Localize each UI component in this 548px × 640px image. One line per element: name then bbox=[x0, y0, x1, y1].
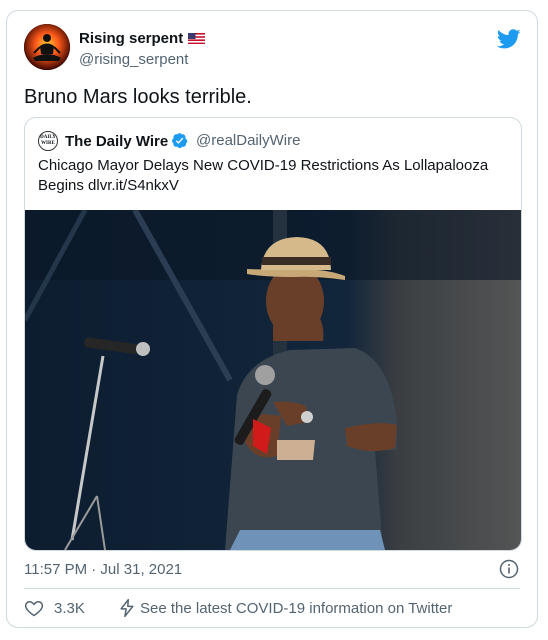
quoted-avatar-line2: WIRE bbox=[41, 141, 55, 146]
verified-badge-icon bbox=[171, 132, 188, 149]
like-count[interactable]: 3.3K bbox=[54, 600, 85, 617]
tweet-text: Bruno Mars looks terrible. bbox=[24, 86, 252, 108]
quoted-name-text[interactable]: The Daily Wire bbox=[65, 133, 168, 150]
tweet-card: Rising serpent @rising_serpent Bruno Mar… bbox=[6, 10, 538, 628]
display-name[interactable]: Rising serpent bbox=[79, 30, 206, 47]
covid-info-link[interactable]: See the latest COVID-19 information on T… bbox=[140, 600, 452, 617]
heart-icon[interactable] bbox=[24, 598, 44, 618]
quoted-tweet[interactable]: DAILY WIRE The Daily Wire @realDailyWire… bbox=[24, 117, 522, 551]
lightning-bolt-icon[interactable] bbox=[117, 598, 137, 618]
quoted-avatar-line1: DAILY bbox=[40, 135, 56, 140]
display-name-text[interactable]: Rising serpent bbox=[79, 30, 183, 47]
divider bbox=[24, 588, 520, 589]
quoted-text: Chicago Mayor Delays New COVID-19 Restri… bbox=[38, 157, 489, 194]
twitter-logo-icon[interactable] bbox=[496, 27, 521, 51]
quoted-avatar[interactable]: DAILY WIRE bbox=[38, 131, 58, 151]
quoted-handle[interactable]: @realDailyWire bbox=[196, 132, 300, 149]
quoted-display-name[interactable]: The Daily Wire bbox=[65, 132, 188, 150]
quoted-photo[interactable] bbox=[25, 208, 521, 550]
meditating-figure-icon bbox=[24, 24, 70, 70]
info-icon[interactable] bbox=[499, 559, 519, 579]
user-handle[interactable]: @rising_serpent bbox=[79, 51, 188, 68]
us-flag-icon bbox=[188, 31, 206, 44]
tweet-timestamp[interactable]: 11:57 PM · Jul 31, 2021 bbox=[24, 561, 182, 578]
user-avatar[interactable] bbox=[24, 24, 70, 70]
